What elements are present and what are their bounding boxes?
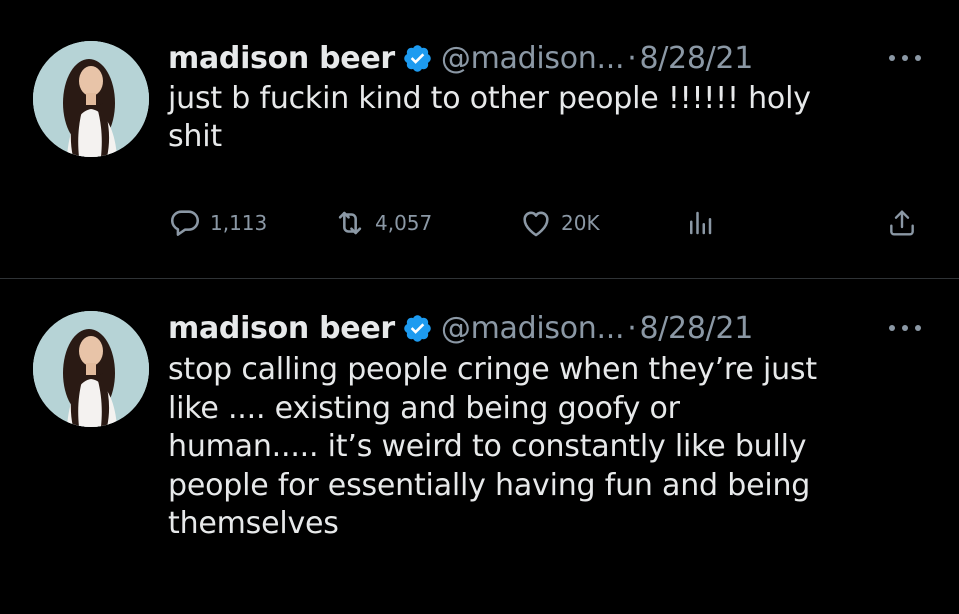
- tweet-text: stop calling people cringe when they’re …: [168, 351, 938, 544]
- author-handle[interactable]: @madison...: [441, 41, 625, 76]
- tweet-text-line: human..... it’s weird to constantly like…: [168, 429, 807, 464]
- avatar[interactable]: [33, 41, 149, 157]
- like-count: 20K: [561, 211, 600, 235]
- retweet-count: 4,057: [375, 211, 433, 235]
- share-icon: [890, 210, 914, 236]
- tweet[interactable]: madison beer @madison... · 8/28/21 stop …: [0, 280, 959, 614]
- author-handle[interactable]: @madison...: [441, 311, 625, 346]
- tweet-text-line: like .... existing and being goofy or: [168, 390, 680, 426]
- tweet-text: just b fuckin kind to other people !!!!!…: [168, 80, 938, 156]
- verified-badge-icon: [402, 43, 433, 74]
- tweet-text-line: stop calling people cringe when they’re …: [168, 352, 817, 387]
- tweet-header: madison beer @madison... · 8/28/21: [168, 306, 753, 350]
- tweet[interactable]: madison beer @madison... · 8/28/21 just …: [0, 0, 959, 278]
- more-icon[interactable]: [885, 52, 925, 64]
- tweet-text-line: themselves: [168, 506, 339, 541]
- tweet-text-line: just b fuckin kind to other people !!!!!…: [168, 81, 811, 116]
- author-name[interactable]: madison beer: [168, 41, 395, 76]
- tweet-text-line: shit: [168, 119, 222, 154]
- views-icon: [690, 211, 712, 235]
- profile-photo: [33, 311, 149, 427]
- separator: ·: [627, 310, 637, 346]
- retweet-button[interactable]: 4,057: [333, 205, 432, 241]
- tweet-divider: [0, 278, 959, 279]
- tweet-actions: 1,113 4,057 20K: [168, 205, 928, 241]
- retweet-icon: [338, 211, 362, 235]
- views-button[interactable]: [685, 205, 715, 241]
- more-icon[interactable]: [885, 322, 925, 334]
- reply-button[interactable]: 1,113: [168, 205, 267, 241]
- share-button[interactable]: [886, 205, 918, 241]
- profile-photo: [33, 41, 149, 157]
- avatar[interactable]: [33, 311, 149, 427]
- verified-badge-icon: [402, 313, 433, 344]
- reply-icon: [170, 210, 200, 236]
- author-name[interactable]: madison beer: [168, 311, 395, 346]
- separator: ·: [627, 40, 637, 76]
- reply-count: 1,113: [210, 211, 268, 235]
- like-icon: [523, 211, 549, 237]
- like-button[interactable]: 20K: [519, 205, 600, 241]
- tweet-date[interactable]: 8/28/21: [639, 311, 753, 346]
- tweet-text-line: people for essentially having fun and be…: [168, 467, 811, 503]
- tweet-header: madison beer @madison... · 8/28/21: [168, 36, 753, 80]
- tweet-date[interactable]: 8/28/21: [639, 41, 753, 76]
